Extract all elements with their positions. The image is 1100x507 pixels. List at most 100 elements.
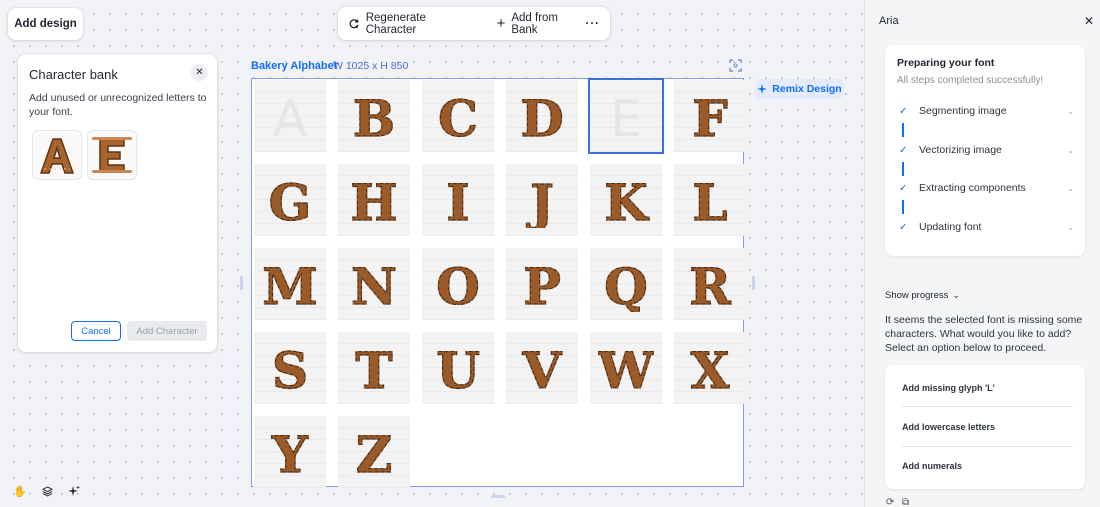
glyph-o: OO [436,256,481,312]
glyph-p: PP [523,256,562,312]
character-bank-title: Character bank [29,67,118,82]
step-label: Extracting components [919,182,1026,194]
regenerate-character-button[interactable]: Regenerate Character [348,12,477,36]
glyph-letter-texture: B [353,89,395,144]
more-options-button[interactable]: ··· [586,18,601,30]
glyph-cell-i[interactable]: II [422,164,494,236]
glyph-letter-texture: S [272,341,308,396]
hand-icon[interactable]: ✋ [13,484,27,498]
glyph-v: VV [521,340,563,396]
glyph-letter-texture: U [436,341,480,396]
step-segmenting[interactable]: ✓ Segmenting image ⌄ [899,104,1074,118]
glyph-t: TT [355,340,393,396]
glyph-cell-y[interactable]: YY [254,416,326,488]
glyph-cell-l[interactable]: LL [674,164,746,236]
glyph-cell-j[interactable]: JJ [506,164,578,236]
glyph-cell-e[interactable]: E [588,78,664,154]
glyph-q: QQ [604,256,649,312]
layers-icon[interactable] [40,484,54,498]
glyph-h: HH [350,172,398,228]
glyph-d: DD [520,88,565,144]
prep-title: Preparing your font [897,57,995,69]
step-connector [902,162,904,176]
glyph-cell-z[interactable]: ZZ [338,416,410,488]
glyph-letter-texture: R [689,257,731,312]
glyph-letter-texture: D [520,89,563,144]
chevron-down-icon: ⌄ [1067,106,1074,116]
font-canvas[interactable]: A BB CC DD E FF GG HH II JJ KK LL MM NN OO PP QQ RR SS TT UU… [251,78,746,488]
bank-letter-a[interactable]: A [32,130,82,180]
glyph-cell-s[interactable]: SS [254,332,326,404]
canvas-resize-handle-bottom[interactable] [491,495,505,498]
glyph-cell-r[interactable]: RR [674,248,746,320]
step-connector [902,123,904,137]
step-label: Updating font [919,221,982,233]
character-bank-panel: Character bank ✕ Add unused or unrecogni… [18,54,217,352]
glyph-cell-m[interactable]: MM [254,248,326,320]
canvas-size: W 1025 x H 850 [333,60,409,72]
prep-subtitle: All steps completed successfully! [897,75,1044,86]
canvas-resize-handle-left[interactable] [240,276,243,290]
chevron-down-icon: ⌄ [952,290,960,300]
plus-icon: + [496,14,506,32]
glyph-cell-g[interactable]: GG [254,164,326,236]
cancel-button[interactable]: Cancel [71,321,121,341]
aria-title: Aria [879,15,899,27]
remix-design-button[interactable]: Remix Design [755,79,844,99]
glyph-cell-t[interactable]: TT [338,332,410,404]
glyph-letter-texture: W [598,341,654,396]
regenerate-character-label: Regenerate Character [365,11,426,36]
glyph-cell-x[interactable]: XX [674,332,746,404]
canvas-title[interactable]: Bakery Alphabet [251,60,337,72]
glyph-cell-b[interactable]: BB [338,80,410,152]
close-icon[interactable]: ✕ [191,64,208,81]
glyph-letter-texture: H [350,173,397,228]
glyph-cell-a[interactable]: A [254,80,326,152]
glyph-letter-texture: N [351,257,397,312]
glyph-letter: E [610,90,642,144]
add-character-button[interactable]: Add Character [127,321,207,341]
show-progress-toggle[interactable]: Show progress ⌄ [885,290,960,301]
option-add-numerals[interactable]: Add numerals [902,461,962,471]
glyph-l: LL [692,172,728,228]
focus-icon[interactable] [729,59,742,72]
chevron-down-icon: ⌄ [1067,145,1074,155]
glyph-cell-o[interactable]: OO [422,248,494,320]
glyph-b: BB [352,88,395,144]
options-card: Add missing glyph 'L' Add lowercase lett… [885,365,1085,489]
step-vectorizing[interactable]: ✓ Vectorizing image ⌄ [899,143,1074,157]
glyph-cell-f[interactable]: FF [674,80,746,152]
chevron-down-icon: ⌄ [1067,222,1074,232]
add-design-button[interactable]: Add design [8,8,83,40]
check-icon: ✓ [899,105,908,117]
glyph-cell-v[interactable]: VV [506,332,578,404]
step-extracting[interactable]: ✓ Extracting components ⌄ [899,181,1074,195]
character-bank-description: Add unused or unrecognized letters to yo… [29,92,207,118]
glyph-cell-p[interactable]: PP [506,248,578,320]
glyph-i: II [446,172,471,228]
glyph-cell-u[interactable]: UU [422,332,494,404]
ai-sparkle-icon[interactable] [67,484,81,498]
canvas-resize-handle-right[interactable] [752,276,755,290]
glyph-cell-w[interactable]: WW [590,332,662,404]
option-add-missing-glyph[interactable]: Add missing glyph 'L' [902,383,995,393]
glyph-cell-c[interactable]: CC [422,80,494,152]
bread-letter-e-glyph: E [92,137,132,173]
glyph-cell-q[interactable]: QQ [590,248,662,320]
glyph-cell-d[interactable]: DD [506,80,578,152]
copy-icon[interactable]: ⧉ [902,497,909,507]
close-icon[interactable]: ✕ [1084,14,1094,28]
add-from-bank-button[interactable]: + Add from Bank [497,12,586,36]
glyph-cell-h[interactable]: HH [338,164,410,236]
glyph-j: JJ [526,172,555,228]
bank-letter-e[interactable]: E [87,130,137,180]
step-updating[interactable]: ✓ Updating font ⌄ [899,220,1074,234]
glyph-cell-n[interactable]: NN [338,248,410,320]
refresh-icon[interactable]: ⟳ [886,497,894,507]
check-icon: ✓ [899,144,908,156]
glyph-c: CC [438,88,479,144]
glyph-u: UU [436,340,481,396]
option-add-lowercase[interactable]: Add lowercase letters [902,422,995,432]
glyph-a: A [273,90,307,144]
glyph-cell-k[interactable]: KK [590,164,662,236]
